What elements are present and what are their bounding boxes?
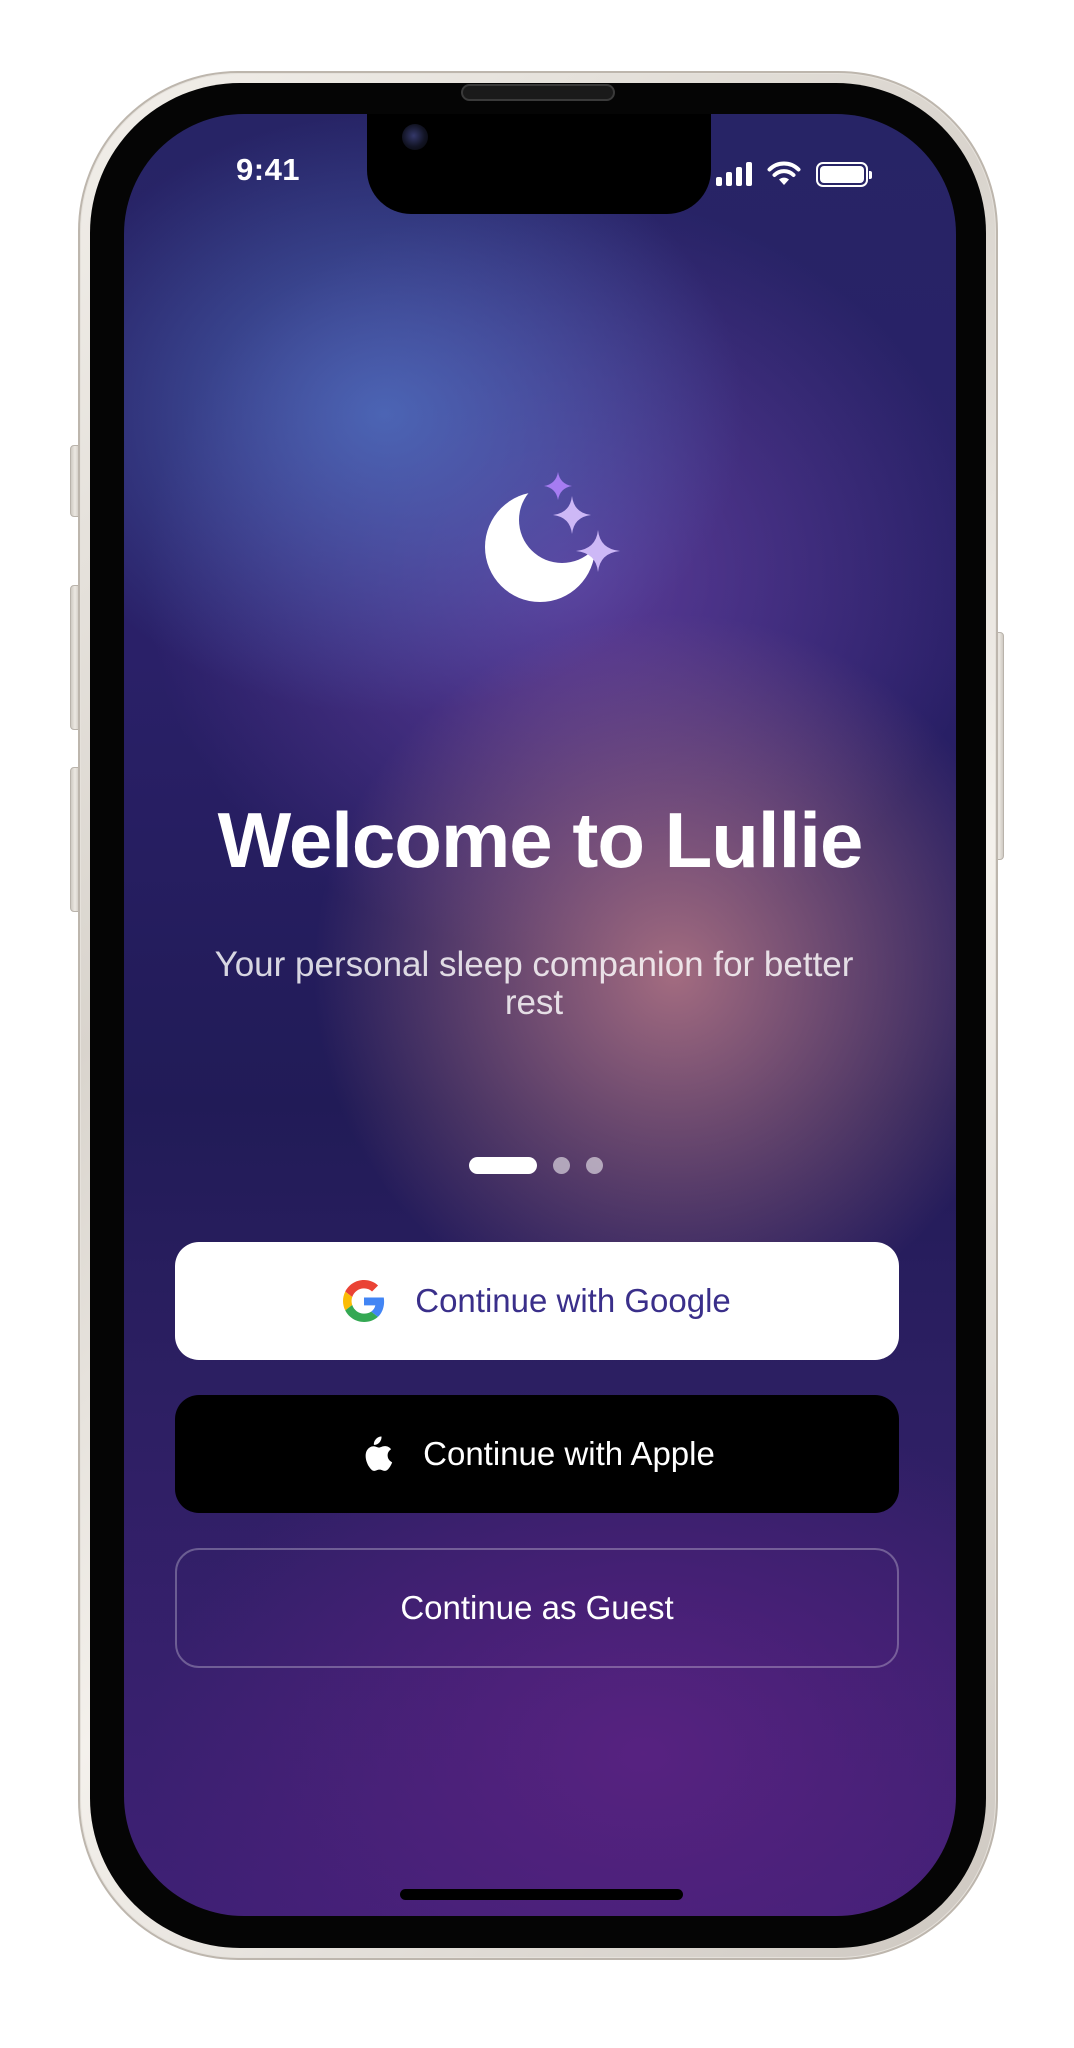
status-icons <box>716 158 872 190</box>
continue-with-apple-button[interactable]: Continue with Apple <box>175 1395 899 1513</box>
page-indicator <box>469 1157 603 1174</box>
earpiece-speaker <box>461 84 615 101</box>
front-camera <box>402 124 428 150</box>
continue-with-google-button[interactable]: Continue with Google <box>175 1242 899 1360</box>
status-time: 9:41 <box>236 152 301 187</box>
page-dot-1[interactable] <box>469 1157 537 1174</box>
page-title: Welcome to Lullie <box>217 796 864 884</box>
cellular-signal-icon <box>716 162 752 186</box>
apple-logo-icon <box>359 1434 393 1474</box>
wifi-icon <box>767 161 801 185</box>
continue-as-guest-button[interactable]: Continue as Guest <box>175 1548 899 1668</box>
page-dot-3[interactable] <box>586 1157 603 1174</box>
battery-icon <box>816 161 872 187</box>
google-logo-icon <box>343 1280 385 1322</box>
google-button-label: Continue with Google <box>415 1282 731 1319</box>
guest-button-label: Continue as Guest <box>400 1589 674 1626</box>
page-subtitle: Your personal sleep companion for better… <box>214 945 854 1022</box>
page-dot-2[interactable] <box>553 1157 570 1174</box>
moon-stars-icon <box>485 472 620 602</box>
apple-button-label: Continue with Apple <box>423 1435 715 1472</box>
home-indicator[interactable] <box>400 1889 683 1900</box>
